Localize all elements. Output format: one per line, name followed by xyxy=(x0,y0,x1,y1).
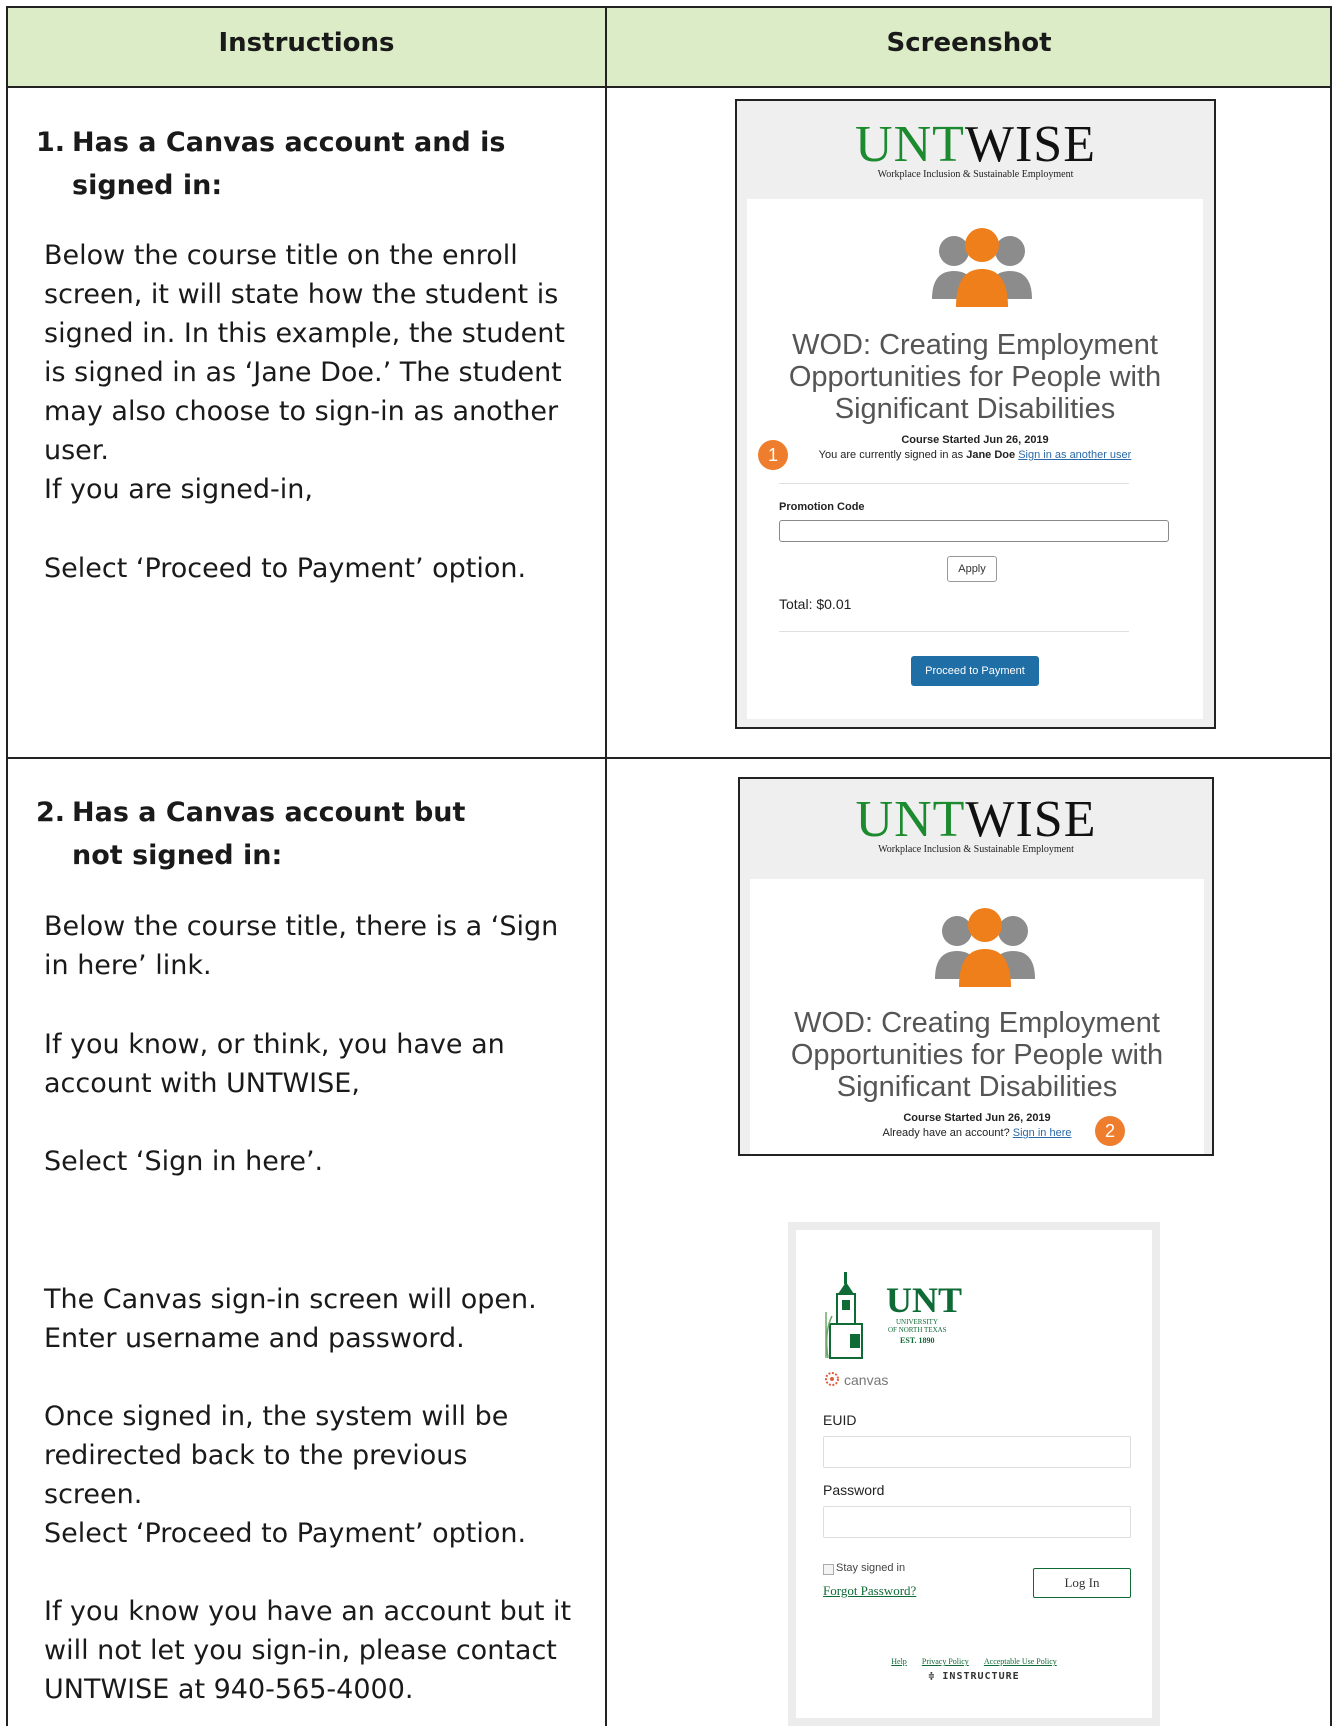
unt-wordmark: UNT xyxy=(886,1280,963,1320)
login-footer-links: Help Privacy Policy Acceptable Use Polic… xyxy=(796,1649,1152,1668)
forgot-password-link[interactable]: Forgot Password? xyxy=(823,1583,916,1599)
section1-paragraph-2: If you are signed-in, xyxy=(44,474,313,505)
privacy-policy-link[interactable]: Privacy Policy xyxy=(922,1657,969,1666)
apply-button[interactable]: Apply xyxy=(947,556,997,582)
total-amount: Total: $0.01 xyxy=(779,596,852,612)
grid-middle xyxy=(605,6,607,1726)
unt-university-line: UNIVERSITY xyxy=(896,1318,938,1326)
sign-in-here-link[interactable]: Sign in here xyxy=(1013,1127,1072,1139)
instructure-logo: ≑ INSTRUCTURE xyxy=(928,1671,1020,1682)
untwise-tagline: Workplace Inclusion & Sustainable Employ… xyxy=(878,844,1074,855)
untwise-logo: UNTWISE Workplace Inclusion & Sustainabl… xyxy=(740,794,1212,856)
stay-signed-in-checkbox[interactable] xyxy=(823,1564,834,1575)
euid-input[interactable] xyxy=(823,1436,1131,1468)
people-icon xyxy=(932,228,1032,307)
promotion-code-label: Promotion Code xyxy=(779,501,865,513)
section1-paragraph-1: Below the course title on the enroll scr… xyxy=(44,240,565,466)
login-card: UNT UNIVERSITY OF NORTH TEXAS EST. 1890 … xyxy=(796,1230,1152,1718)
section2-number: 2. xyxy=(36,797,66,828)
section2-paragraph-6: Select ‘Proceed to Payment’ option. xyxy=(44,1518,527,1549)
course-started: Course Started Jun 26, 2019 xyxy=(903,1112,1051,1124)
grid-header-bottom xyxy=(6,86,1332,88)
help-link[interactable]: Help xyxy=(891,1657,907,1666)
euid-label: EUID xyxy=(823,1412,857,1428)
section2-paragraph-4: The Canvas sign-in screen will open. Ent… xyxy=(44,1284,537,1354)
enroll-card: WOD: Creating Employment Opportunities f… xyxy=(747,199,1203,719)
header-screenshot: Screenshot xyxy=(886,28,1052,58)
canvas-login-screenshot: UNT UNIVERSITY OF NORTH TEXAS EST. 1890 … xyxy=(788,1222,1160,1726)
enroll-card: WOD: Creating Employment Opportunities f… xyxy=(750,879,1204,1154)
canvas-logo-icon xyxy=(825,1372,839,1386)
header-instructions: Instructions xyxy=(218,28,395,58)
unt-tower-icon xyxy=(825,1272,863,1359)
canvas-wordmark: canvas xyxy=(844,1372,889,1388)
divider xyxy=(779,483,1129,484)
callout-badge-1: 1 xyxy=(758,440,788,470)
divider xyxy=(779,631,1129,632)
section2-title: 2. Has a Canvas account but not signed i… xyxy=(36,791,516,877)
callout-badge-2: 2 xyxy=(1095,1116,1125,1146)
course-title: WOD: Creating Employment Opportunities f… xyxy=(788,329,1162,425)
instructure-icon: ≑ xyxy=(928,1671,943,1682)
people-icon xyxy=(935,908,1035,987)
untwise-logo: UNTWISE Workplace Inclusion & Sustainabl… xyxy=(737,119,1214,181)
section2-paragraph-1: Below the course title, there is a ‘Sign… xyxy=(44,911,559,981)
section2-paragraph-5: Once signed in, the system will be redir… xyxy=(44,1401,509,1510)
section2-paragraph-3: Select ‘Sign in here’. xyxy=(44,1146,324,1177)
account-prompt: Already have an account? Sign in here xyxy=(882,1127,1072,1139)
section2-paragraph-7: If you know you have an account but it w… xyxy=(44,1596,572,1705)
sign-in-as-another-user-link[interactable]: Sign in as another user xyxy=(1018,449,1131,461)
unt-north-texas-line: OF NORTH TEXAS xyxy=(888,1326,947,1334)
log-in-button[interactable]: Log In xyxy=(1033,1568,1131,1598)
grid-left xyxy=(6,6,8,1726)
signed-in-status: You are currently signed in as Jane Doe … xyxy=(818,449,1132,461)
section2-paragraph-2: If you know, or think, you have an accou… xyxy=(44,1029,505,1099)
acceptable-use-policy-link[interactable]: Acceptable Use Policy xyxy=(984,1657,1057,1666)
section1-number: 1. xyxy=(36,127,66,158)
section1-paragraph-3: Select ‘Proceed to Payment’ option. xyxy=(44,553,527,584)
screenshot-enroll-not-signed-in: UNTWISE Workplace Inclusion & Sustainabl… xyxy=(738,777,1214,1156)
section1-heading: Has a Canvas account and is signed in: xyxy=(72,127,506,201)
unt-est: EST. 1890 xyxy=(900,1336,935,1345)
grid-top xyxy=(6,6,1332,8)
stay-signed-in-label: Stay signed in xyxy=(836,1562,906,1574)
grid-row-divider xyxy=(6,757,1332,759)
section1-title: 1. Has a Canvas account and is signed in… xyxy=(36,121,516,207)
screenshot-enroll-signed-in: UNTWISE Workplace Inclusion & Sustainabl… xyxy=(735,99,1216,729)
course-started: Course Started Jun 26, 2019 xyxy=(901,434,1049,446)
course-title: WOD: Creating Employment Opportunities f… xyxy=(790,1007,1164,1103)
section2-heading: Has a Canvas account but not signed in: xyxy=(72,797,466,871)
password-input[interactable] xyxy=(823,1506,1131,1538)
proceed-to-payment-button[interactable]: Proceed to Payment xyxy=(911,656,1039,686)
promotion-code-input[interactable] xyxy=(779,520,1169,542)
password-label: Password xyxy=(823,1482,885,1498)
untwise-tagline: Workplace Inclusion & Sustainable Employ… xyxy=(877,169,1074,180)
